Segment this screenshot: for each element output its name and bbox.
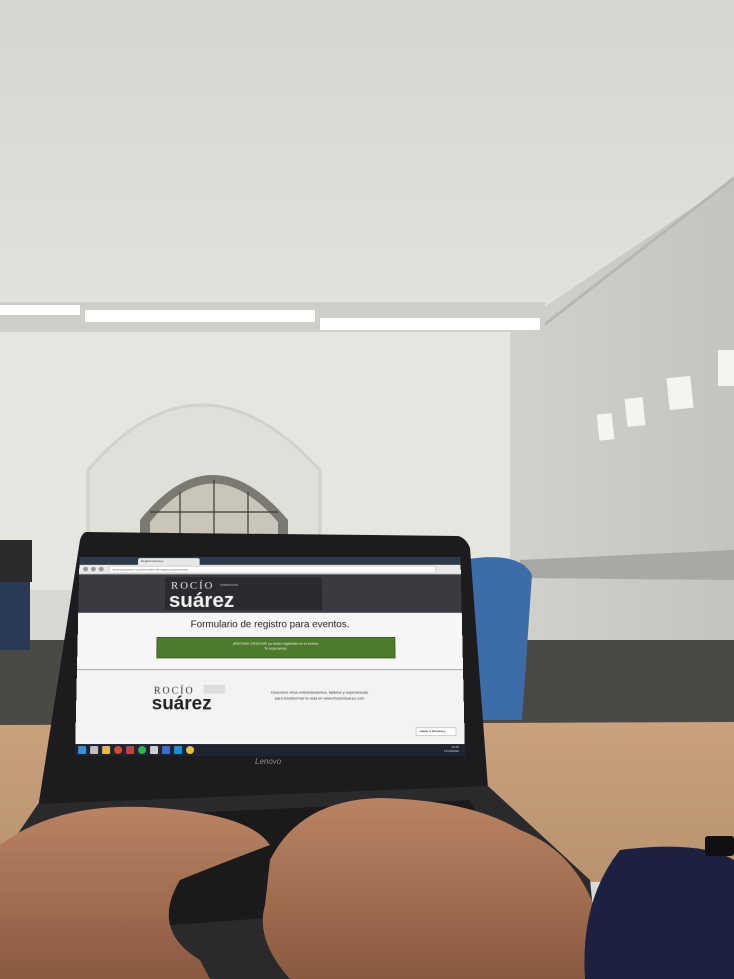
app-icon[interactable] bbox=[162, 746, 171, 755]
logo-subtitle: FORMACIÓN bbox=[220, 582, 239, 587]
windows-taskbar: 10:35 17/10/2016 bbox=[75, 744, 465, 756]
light-tube-2 bbox=[85, 310, 315, 322]
footer-logo-main: suárez bbox=[151, 693, 212, 715]
success-message: ¡MUCHAS GRACIAS! ya estás registrado en … bbox=[156, 636, 396, 659]
footer-badge bbox=[203, 684, 226, 694]
back-icon[interactable] bbox=[83, 566, 89, 572]
app-icon[interactable] bbox=[126, 746, 135, 755]
firefox-icon[interactable] bbox=[114, 746, 123, 755]
form-title: Formulario de registro para eventos. bbox=[190, 619, 350, 631]
browser-tab-bar: Registro Eventos bbox=[79, 557, 461, 565]
windows-start-icon[interactable] bbox=[78, 746, 87, 755]
folder-icon[interactable] bbox=[102, 746, 111, 755]
monitor-left bbox=[0, 540, 32, 582]
chair-left bbox=[0, 580, 30, 650]
light-tube-3 bbox=[320, 318, 540, 330]
wall-sign bbox=[624, 397, 646, 427]
site-logo[interactable]: ROCÍO FORMACIÓN suárez bbox=[164, 577, 323, 612]
skype-icon[interactable] bbox=[174, 746, 183, 755]
browser-tab[interactable]: Registro Eventos bbox=[138, 558, 200, 565]
wall-sign bbox=[596, 413, 615, 441]
wall-sign bbox=[718, 350, 734, 386]
footer-text-line-2[interactable]: para transformar tu vida en www.RocioSua… bbox=[245, 696, 394, 702]
logo-main-text: suárez bbox=[168, 589, 235, 612]
whatsapp-chat-button[interactable]: Hablar a WhatsApp bbox=[415, 727, 457, 737]
laptop-brand: Lenovo bbox=[255, 757, 282, 766]
site-header: ROCÍO FORMACIÓN suárez bbox=[78, 574, 462, 613]
room-scene bbox=[0, 0, 734, 979]
address-bar[interactable]: www.rociosuarez.com/formulario-de-regist… bbox=[108, 565, 437, 574]
success-line-2: Te esperamos. bbox=[264, 646, 288, 651]
forward-icon[interactable] bbox=[90, 566, 96, 572]
taskbar-clock[interactable]: 10:35 17/10/2016 bbox=[444, 745, 459, 753]
whatsapp-icon[interactable] bbox=[138, 746, 147, 755]
clock-date: 17/10/2016 bbox=[443, 749, 459, 754]
reload-icon[interactable] bbox=[98, 566, 104, 572]
light-tube-1 bbox=[0, 305, 80, 315]
wall-sign bbox=[666, 375, 694, 411]
laptop-screen: Registro Eventos www.rociosuarez.com/for… bbox=[75, 557, 465, 756]
browser-toolbar: www.rociosuarez.com/formulario-de-regist… bbox=[79, 564, 461, 575]
home-icon[interactable] bbox=[90, 746, 99, 755]
app-icon[interactable] bbox=[150, 746, 159, 755]
chrome-icon[interactable] bbox=[186, 746, 195, 755]
footer-text: Descubre otros entrenamientos, talleres … bbox=[245, 690, 394, 702]
phone bbox=[705, 836, 734, 856]
site-footer: ROCÍO suárez Descubre otros entrenamient… bbox=[75, 669, 465, 742]
